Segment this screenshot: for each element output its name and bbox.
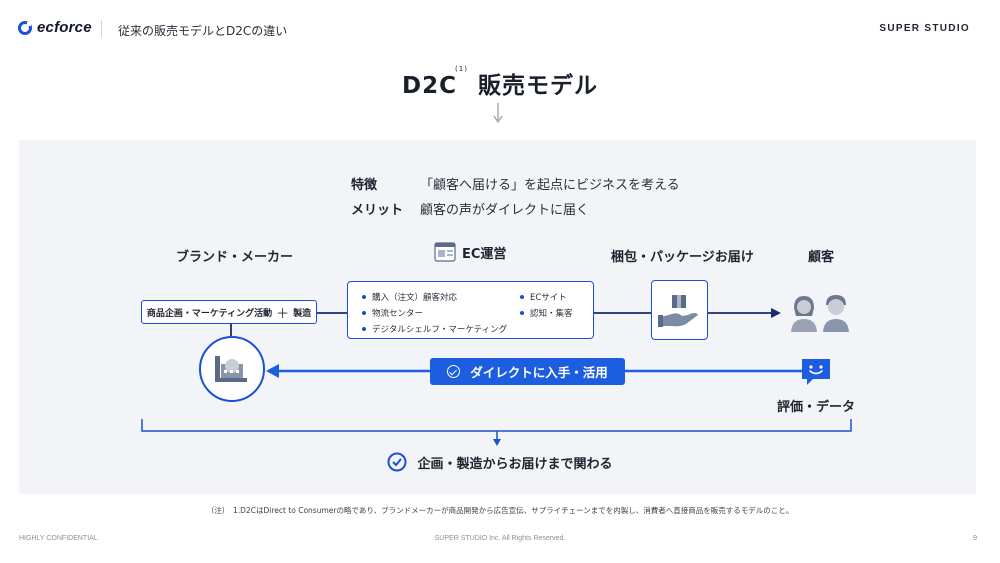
ec-item-label: ECサイト bbox=[530, 293, 567, 303]
footer-copyright: SUPER STUDIO Inc. All Rights Reserved. bbox=[434, 535, 566, 542]
chat-bubble-icon bbox=[802, 359, 830, 385]
scope-bracket bbox=[141, 419, 852, 432]
page-number: 9 bbox=[973, 535, 977, 542]
packing-box bbox=[651, 280, 708, 340]
direct-feedback-pill: ダイレクトに入手・活用 bbox=[430, 358, 625, 385]
feedback-arrowhead bbox=[266, 364, 279, 378]
direct-feedback-label: ダイレクトに入手・活用 bbox=[470, 365, 608, 380]
review-data-label: 評価・データ bbox=[777, 400, 856, 415]
ec-item-label: デジタルシェルフ・マーケティング bbox=[372, 325, 508, 335]
check-circle-icon bbox=[447, 365, 461, 378]
bullet-dot-icon bbox=[362, 327, 366, 331]
ec-item-label: 認知・集客 bbox=[530, 309, 573, 319]
package-hand-icon bbox=[658, 295, 698, 327]
maker-activity-planning: 商品企画・マーケティング活動 bbox=[146, 308, 273, 319]
ec-item: ECサイト bbox=[520, 291, 567, 303]
ec-item: 物流センター bbox=[362, 307, 423, 319]
ec-operations-box: 購入（注文）顧客対応 物流センター デジタルシェルフ・マーケティング ECサイト… bbox=[347, 281, 594, 339]
ec-item-label: 購入（注文）顧客対応 bbox=[372, 293, 458, 303]
factory-icon bbox=[215, 356, 247, 382]
arrow-to-customer bbox=[771, 308, 781, 318]
customer-woman-icon bbox=[791, 296, 817, 332]
factory-circle bbox=[199, 336, 265, 402]
bullet-dot-icon bbox=[520, 295, 524, 299]
clock-check-icon bbox=[387, 452, 407, 472]
bullet-dot-icon bbox=[362, 311, 366, 315]
footnote: （注） 1.D2CはDirect to Consumerの略であり、ブランドメー… bbox=[206, 506, 794, 515]
ec-item: デジタルシェルフ・マーケティング bbox=[362, 323, 507, 335]
ec-item-label: 物流センター bbox=[372, 309, 424, 319]
maker-activities-box: 商品企画・マーケティング活動 ＋ 製造 bbox=[141, 300, 317, 324]
bullet-dot-icon bbox=[362, 295, 366, 299]
ec-item: 認知・集客 bbox=[520, 307, 573, 319]
ec-item: 購入（注文）顧客対応 bbox=[362, 291, 457, 303]
bracket-arrowhead bbox=[493, 439, 501, 446]
bullet-dot-icon bbox=[520, 311, 524, 315]
maker-activity-manufacturing: 製造 bbox=[293, 308, 312, 319]
customer-man-icon bbox=[823, 295, 849, 332]
bottom-summary: 企画・製造からお届けまで関わる bbox=[0, 452, 1000, 476]
bottom-summary-label: 企画・製造からお届けまで関わる bbox=[417, 456, 613, 472]
plus-icon: ＋ bbox=[276, 306, 290, 322]
customers-icon bbox=[791, 295, 849, 332]
